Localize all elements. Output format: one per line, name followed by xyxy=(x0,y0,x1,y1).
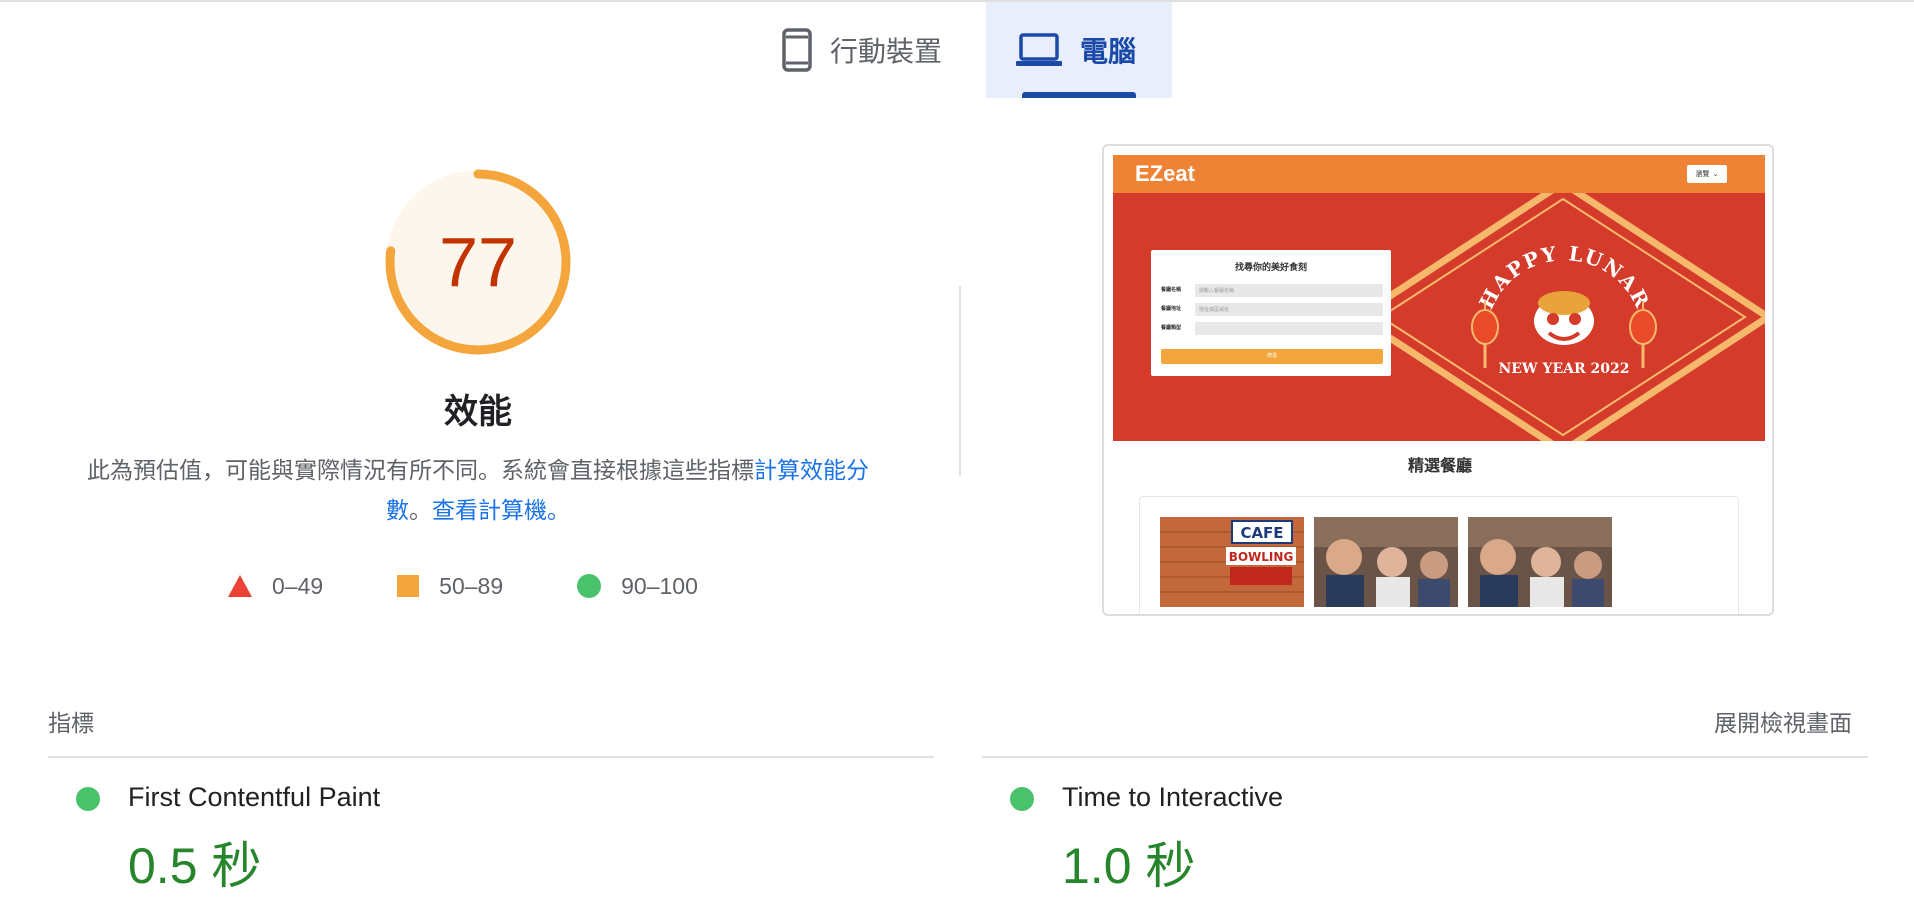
tab-active-indicator xyxy=(1022,92,1136,98)
form-row-address: 餐廳地址 地址或區域名 xyxy=(1161,303,1383,317)
smartphone-icon xyxy=(782,28,812,72)
restaurant-name-input[interactable]: 請輸入餐廳名稱 xyxy=(1195,284,1383,297)
legend-item-pass: 90–100 xyxy=(577,573,698,600)
search-submit-button[interactable]: 搜尋 xyxy=(1161,349,1383,364)
device-tabs: 行動裝置 電腦 xyxy=(0,2,1914,98)
restaurant-card-image-3 xyxy=(1468,517,1612,607)
legend-range-pass: 90–100 xyxy=(621,572,698,599)
pass-circle-icon xyxy=(1010,787,1034,811)
form-label-name: 餐廳名稱 xyxy=(1161,287,1182,293)
metrics-heading: 指標 xyxy=(48,710,94,736)
tab-desktop-label: 電腦 xyxy=(1080,36,1137,67)
chevron-down-icon: ⌄ xyxy=(1712,171,1719,178)
performance-gauge: 77 xyxy=(378,162,578,362)
restaurant-card-image-2 xyxy=(1314,517,1458,607)
metric-value-tti: 1.0 秒 xyxy=(1062,838,1196,894)
metrics-divider-left xyxy=(48,756,934,758)
legend-range-average: 50–89 xyxy=(439,572,504,599)
performance-score: 77 xyxy=(439,223,517,301)
cafe-sign: CAFE xyxy=(1240,524,1283,542)
form-label-type: 餐廳類型 xyxy=(1161,325,1182,331)
legend-range-fail: 0–49 xyxy=(272,572,324,599)
tab-mobile-label: 行動裝置 xyxy=(830,36,943,67)
restaurant-card-image-cafe: CAFE BOWLING xyxy=(1160,517,1304,607)
description-text: 此為預估值，可能與實際情況有所不同。系統會直接根據這些指標 xyxy=(87,457,754,483)
banner-subtitle: NEW YEAR 2022 xyxy=(1498,361,1629,377)
view-calculator-link[interactable]: 查看計算機。 xyxy=(432,497,570,523)
site-logo: EZeat xyxy=(1135,161,1195,186)
restaurant-cards: CAFE BOWLING xyxy=(1139,496,1739,614)
expand-view-toggle[interactable]: 展開檢視畫面 xyxy=(1714,704,1852,738)
description-separator: 。 xyxy=(409,497,432,523)
site-header: EZeat 瀏覽 ⌄ xyxy=(1113,155,1765,193)
restaurant-address-input[interactable]: 地址或區域名 xyxy=(1195,303,1383,316)
legend-item-average: 50–89 xyxy=(397,573,503,600)
metric-name-fcp: First Contentful Paint xyxy=(128,782,381,812)
metric-value-fcp: 0.5 秒 xyxy=(128,838,262,894)
tab-mobile[interactable]: 行動裝置 xyxy=(752,2,986,98)
laptop-icon xyxy=(1016,33,1062,67)
search-form-card: 找尋你的美好食刻 餐廳名稱 請輸入餐廳名稱 餐廳地址 地址或區域名 餐廳類型 搜… xyxy=(1151,250,1391,376)
form-label-address: 餐廳地址 xyxy=(1161,306,1182,312)
page-screenshot[interactable]: EZeat 瀏覽 ⌄ HAPPY LUNAR NEW YEAR 2022 找尋你… xyxy=(1102,144,1774,616)
search-form-title: 找尋你的美好食刻 xyxy=(1234,262,1307,272)
featured-title: 精選餐廳 xyxy=(1407,458,1472,475)
form-row-type: 餐廳類型 xyxy=(1161,322,1383,336)
metric-name-tti: Time to Interactive xyxy=(1062,782,1284,812)
site-header-button: 瀏覽 ⌄ xyxy=(1687,165,1727,183)
hero-banner: HAPPY LUNAR NEW YEAR 2022 找尋你的美好食刻 餐廳名稱 … xyxy=(1113,193,1765,441)
bowling-sign: BOWLING xyxy=(1229,550,1294,564)
vertical-divider xyxy=(959,286,961,476)
score-description: 此為預估值，可能與實際情況有所不同。系統會直接根據這些指標計算效能分數。查看計算… xyxy=(70,450,886,530)
site-header-button-label: 瀏覽 xyxy=(1695,171,1710,178)
restaurant-type-select[interactable] xyxy=(1195,322,1383,335)
score-legend: 0–49 50–89 90–100 xyxy=(228,568,772,604)
metrics-divider-right xyxy=(982,756,1868,758)
pass-circle-icon xyxy=(76,787,100,811)
triangle-icon xyxy=(228,575,252,597)
gauge-title: 效能 xyxy=(444,393,512,431)
circle-icon xyxy=(577,574,602,598)
tab-desktop[interactable]: 電腦 xyxy=(986,2,1172,98)
square-icon xyxy=(397,575,420,597)
legend-item-fail: 0–49 xyxy=(228,573,323,600)
form-row-name: 餐廳名稱 請輸入餐廳名稱 xyxy=(1161,284,1383,298)
